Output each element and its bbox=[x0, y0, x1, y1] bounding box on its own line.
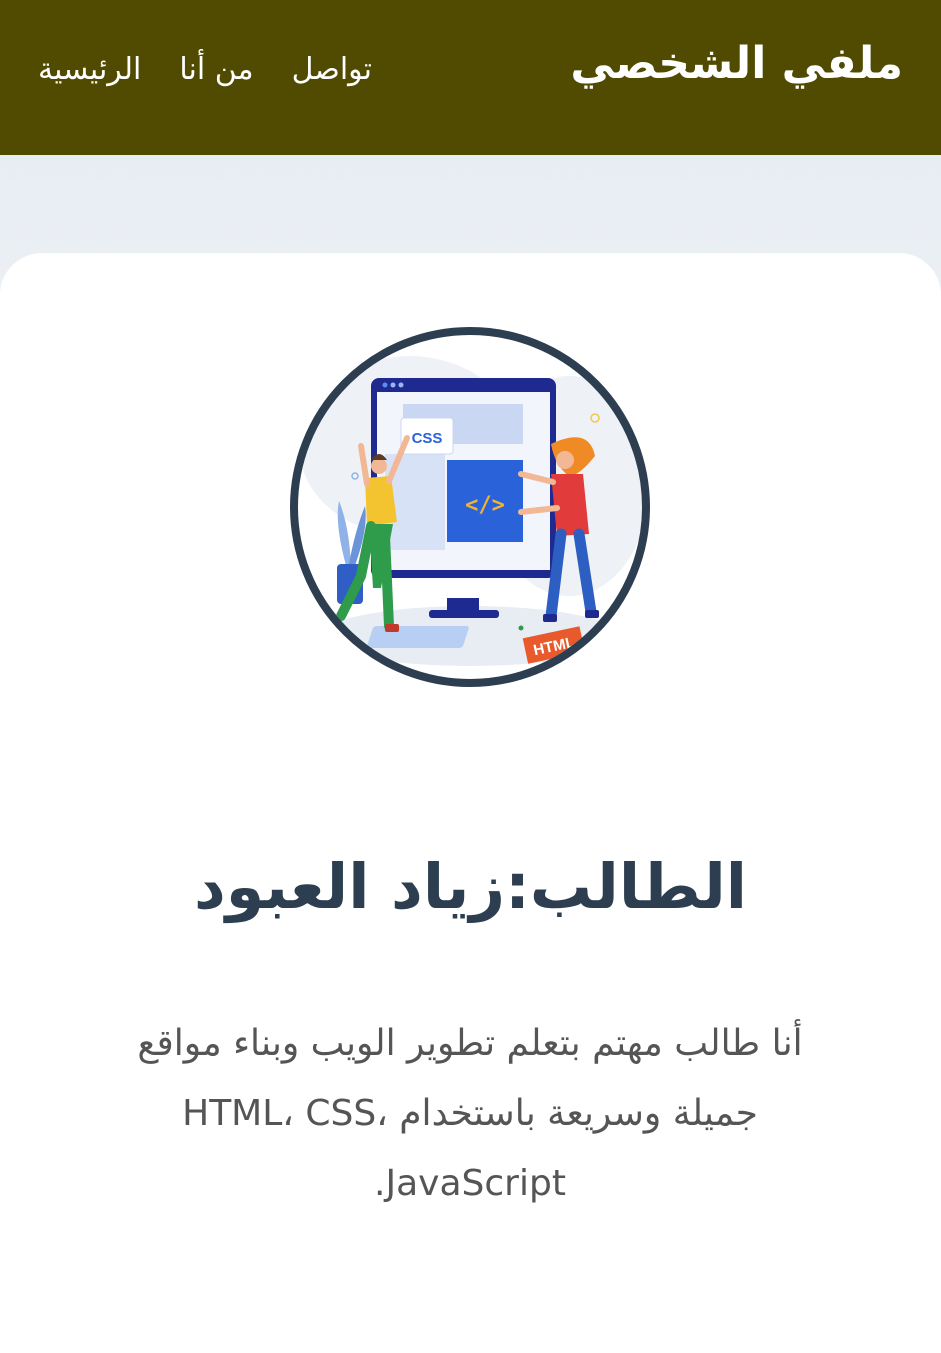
nav-links: الرئيسية من أنا تواصل bbox=[38, 52, 372, 87]
keyboard-icon bbox=[367, 626, 469, 648]
site-brand[interactable]: ملفي الشخصي bbox=[570, 38, 903, 89]
nav-link-about[interactable]: من أنا bbox=[179, 52, 253, 87]
navbar: ملفي الشخصي الرئيسية من أنا تواصل bbox=[0, 0, 941, 155]
profile-card: </> CSS HTML الطالب:زياد العبود أنا طالب… bbox=[0, 253, 941, 1353]
code-badge: </> bbox=[465, 493, 505, 518]
css-badge-label: CSS bbox=[412, 430, 443, 447]
student-name: الطالب:زياد العبود bbox=[193, 849, 748, 923]
nav-link-home[interactable]: الرئيسية bbox=[38, 52, 141, 87]
nav-link-contact[interactable]: تواصل bbox=[292, 52, 372, 87]
avatar: </> CSS HTML bbox=[290, 327, 650, 687]
bio-text: أنا طالب مهتم بتعلم تطوير الويب وبناء مو… bbox=[137, 1023, 803, 1204]
decor-dot bbox=[518, 625, 524, 631]
